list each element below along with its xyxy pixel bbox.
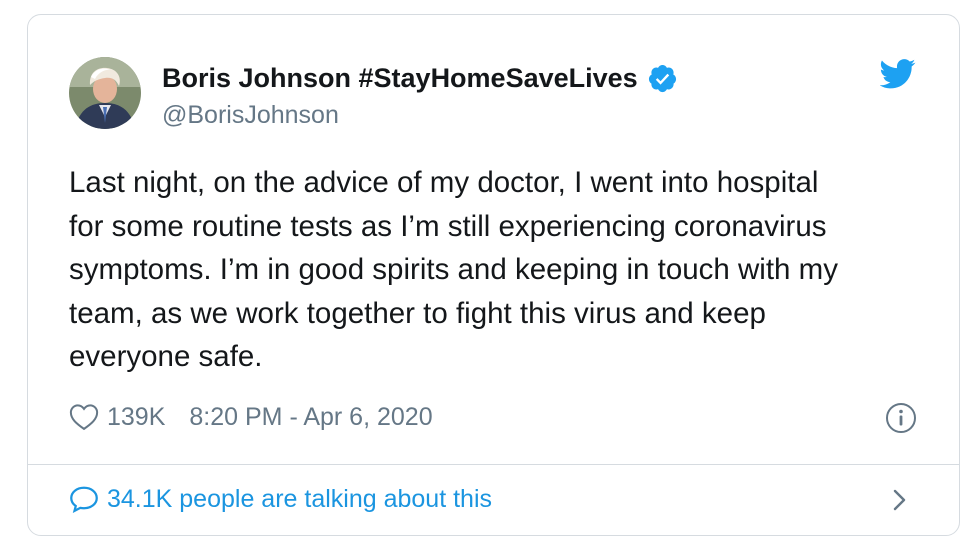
author-handle[interactable]: @BorisJohnson (162, 101, 339, 130)
conversation-link[interactable]: 34.1K people are talking about this (69, 481, 492, 517)
verified-badge-icon (647, 63, 678, 94)
author-row: Boris Johnson #StayHomeSaveLives (162, 61, 678, 95)
speech-bubble-icon (69, 485, 107, 513)
tweet-meta: 139K 8:20 PM - Apr 6, 2020 (69, 399, 433, 435)
conversation-label[interactable]: 34.1K people are talking about this (107, 485, 492, 514)
chevron-right-icon[interactable] (890, 486, 910, 514)
info-icon[interactable] (885, 402, 917, 434)
timestamp[interactable]: 8:20 PM - Apr 6, 2020 (189, 403, 432, 432)
divider (28, 464, 959, 465)
heart-icon[interactable] (69, 403, 107, 431)
author-name[interactable]: Boris Johnson #StayHomeSaveLives (162, 63, 638, 94)
tweet-text: Last night, on the advice of my doctor, … (69, 166, 838, 373)
avatar[interactable] (69, 57, 141, 129)
tweet-card: Boris Johnson #StayHomeSaveLives @BorisJ… (27, 14, 960, 536)
twitter-bird-icon[interactable] (879, 59, 916, 89)
avatar-image (69, 57, 141, 129)
like-count[interactable]: 139K (107, 403, 165, 432)
